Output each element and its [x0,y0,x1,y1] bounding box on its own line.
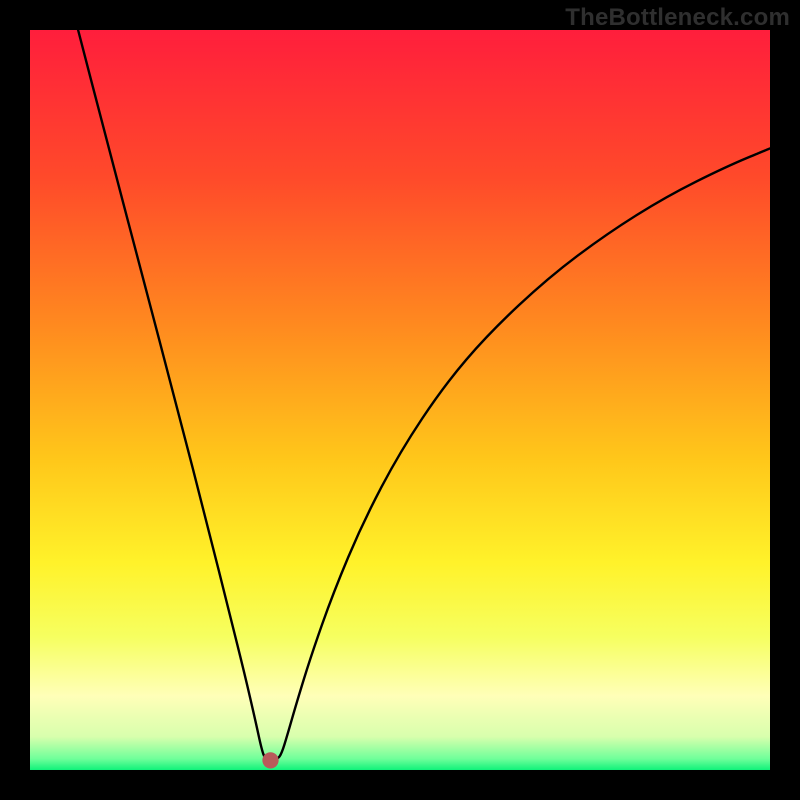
gradient-background [30,30,770,770]
watermark-text: TheBottleneck.com [565,4,790,32]
optimum-marker [262,752,278,768]
chart-svg [30,30,770,770]
chart-frame: TheBottleneck.com [0,0,800,800]
plot-area [30,30,770,770]
